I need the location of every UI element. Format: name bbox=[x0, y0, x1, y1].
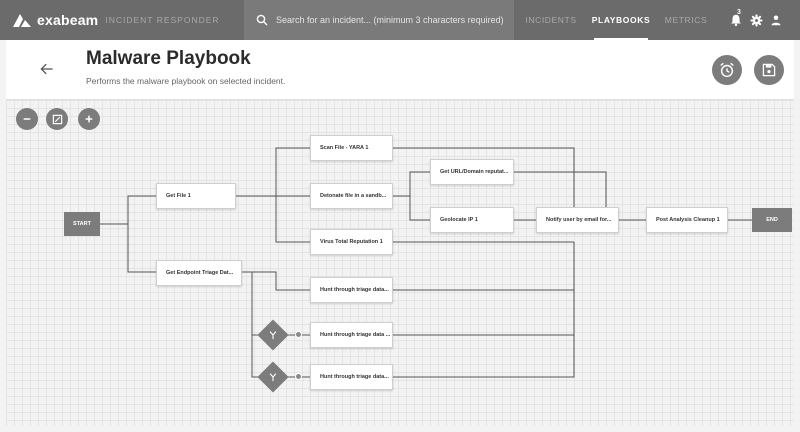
product-name: INCIDENT RESPONDER bbox=[105, 15, 220, 25]
node-post-analysis-cleanup[interactable]: Post Analysis Cleanup 1 bbox=[646, 207, 728, 233]
search-placeholder: Search for an incident... (minimum 3 cha… bbox=[276, 15, 504, 25]
page-title: Malware Playbook bbox=[86, 48, 251, 69]
tab-playbooks[interactable]: PLAYBOOKS bbox=[586, 0, 656, 40]
tab-playbooks-label: PLAYBOOKS bbox=[591, 15, 651, 25]
playbook-canvas[interactable]: START END Get File 1 Get Endpoint Triage… bbox=[6, 100, 794, 426]
search-icon bbox=[256, 14, 268, 26]
condition-indicator bbox=[295, 331, 302, 338]
zoom-out-button[interactable] bbox=[16, 108, 38, 130]
node-scan-file[interactable]: Scan File - YARA 1 bbox=[310, 135, 393, 161]
flow-connectors bbox=[100, 147, 752, 378]
start-node[interactable]: START bbox=[64, 212, 100, 236]
node-hunt-triage-3[interactable]: Hunt through triage data... bbox=[310, 364, 393, 390]
exabeam-logo-icon bbox=[13, 14, 31, 27]
node-hunt-triage-2[interactable]: Hunt through triage data ... bbox=[310, 322, 393, 348]
node-detonate-file[interactable]: Detonate file in a sandb... bbox=[310, 183, 393, 209]
user-menu-button[interactable] bbox=[768, 12, 784, 28]
condition-indicator bbox=[295, 373, 302, 380]
back-button[interactable] bbox=[36, 58, 58, 80]
notification-count: 3 bbox=[737, 9, 741, 16]
node-hunt-triage-1[interactable]: Hunt through triage data... bbox=[310, 277, 393, 303]
node-geolocate-ip[interactable]: Geolocate IP 1 bbox=[430, 207, 514, 233]
node-virus-total[interactable]: Virus Total Reputation 1 bbox=[310, 229, 393, 255]
brand-name: exabeam bbox=[37, 12, 99, 28]
fit-to-screen-button[interactable] bbox=[46, 108, 68, 130]
search-input[interactable]: Search for an incident... (minimum 3 cha… bbox=[244, 0, 514, 40]
tab-incidents[interactable]: INCIDENTS bbox=[520, 0, 582, 40]
edge-hunt3-merge bbox=[393, 242, 575, 378]
edge-endpoint-decision2 bbox=[242, 271, 270, 378]
back-arrow-icon bbox=[40, 63, 53, 75]
node-get-endpoint-triage[interactable]: Get Endpoint Triage Dat... bbox=[156, 260, 242, 286]
branch-icon bbox=[267, 329, 279, 341]
zoom-in-icon bbox=[85, 115, 93, 123]
branch-icon bbox=[267, 371, 279, 383]
zoom-out-icon bbox=[23, 118, 31, 120]
brand[interactable]: exabeam INCIDENT RESPONDER bbox=[0, 0, 240, 40]
edge-detonate-geolocate bbox=[409, 196, 430, 221]
edge-start-endpoint bbox=[127, 224, 156, 273]
notifications-button[interactable]: 3 bbox=[728, 9, 744, 28]
node-get-file[interactable]: Get File 1 bbox=[156, 183, 236, 209]
alarm-clock-icon bbox=[720, 62, 734, 78]
edge-start-getfile bbox=[100, 195, 156, 225]
node-get-url-reputation[interactable]: Get URL/Domain reputat... bbox=[430, 159, 514, 185]
edge-getfile-virustotal bbox=[275, 196, 310, 243]
playbook-header: Malware Playbook Performs the malware pl… bbox=[6, 40, 794, 100]
save-icon bbox=[762, 63, 776, 77]
gear-icon bbox=[749, 13, 763, 27]
top-nav-bar: exabeam INCIDENT RESPONDER Search for an… bbox=[0, 0, 800, 40]
save-button[interactable] bbox=[754, 55, 784, 85]
end-node[interactable]: END bbox=[752, 208, 792, 232]
zoom-in-button[interactable] bbox=[78, 108, 100, 130]
fit-to-screen-icon bbox=[52, 114, 62, 124]
page-subtitle: Performs the malware playbook on selecte… bbox=[86, 76, 286, 86]
schedule-button[interactable] bbox=[712, 55, 742, 85]
user-icon bbox=[771, 15, 781, 26]
node-notify-user[interactable]: Notify user by email for... bbox=[536, 207, 619, 233]
settings-button[interactable] bbox=[748, 12, 764, 28]
edge-getfile-scan bbox=[236, 147, 310, 197]
edge-detonate-url bbox=[393, 171, 430, 197]
tab-metrics[interactable]: METRICS bbox=[660, 0, 712, 40]
